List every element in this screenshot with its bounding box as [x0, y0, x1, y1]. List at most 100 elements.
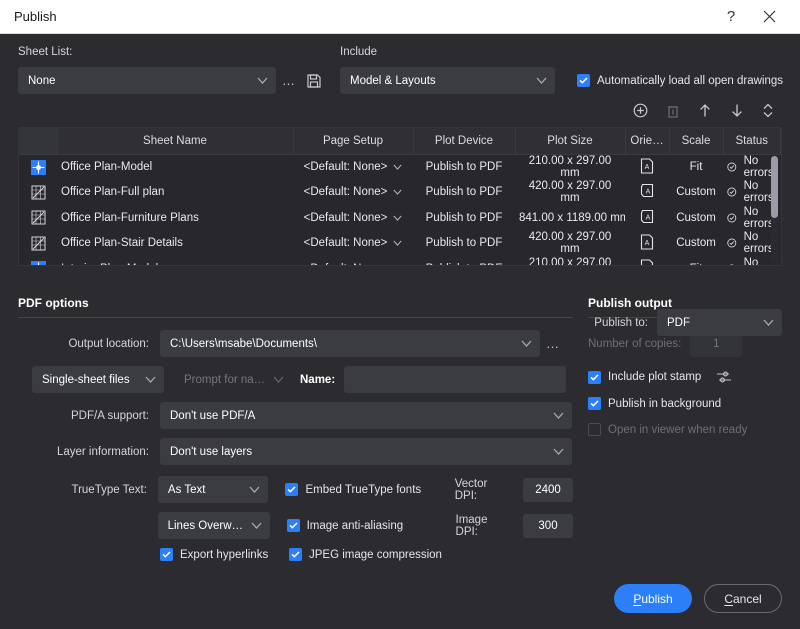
chevron-up-down-icon[interactable] — [762, 103, 774, 118]
sheet-list-label: Sheet List: — [18, 46, 73, 58]
lower-section: PDF options Output location: C:\Users\ms… — [18, 296, 782, 570]
layer-information-label: Layer information: — [56, 445, 149, 458]
scale: Fit — [689, 161, 703, 173]
chevron-down-icon — [553, 412, 564, 419]
table-row[interactable]: Interior Plan-Model <Default: None> Publ… — [19, 256, 781, 265]
chevron-down-icon — [273, 376, 284, 383]
help-icon[interactable]: ? — [712, 0, 750, 34]
file-naming-row: Single-sheet files Prompt for name Name: — [18, 366, 573, 393]
layer-information-value: Don't use layers — [170, 445, 253, 458]
orientation-cell: A — [625, 231, 669, 257]
checkbox-unchecked-icon — [588, 423, 601, 436]
layer-information-select[interactable]: Don't use layers — [160, 438, 572, 465]
embed-truetype-fonts-checkbox[interactable]: Embed TrueType fonts — [285, 483, 452, 496]
model-tab-icon — [30, 261, 46, 265]
column-header-page-setup[interactable]: Page Setup — [293, 128, 414, 155]
publish-button[interactable]: Publish — [614, 584, 692, 613]
chevron-down-icon — [536, 77, 547, 84]
page-setup-cell[interactable]: <Default: None> — [293, 154, 413, 180]
sheet-list-select[interactable]: None — [18, 67, 276, 94]
checkbox-checked-icon — [285, 483, 299, 496]
image-dpi-label: Image DPI: — [455, 513, 488, 538]
list-toolbar — [18, 103, 782, 118]
page-setup-cell[interactable]: <Default: None> — [293, 180, 413, 206]
copies-label: Number of copies: — [588, 337, 682, 350]
page-setup-cell[interactable]: <Default: None> — [293, 256, 413, 265]
page-landscape-icon: A — [640, 209, 653, 223]
image-anti-aliasing-label: Image anti-aliasing — [306, 519, 404, 532]
sheet-list-more-button[interactable]: … — [276, 67, 302, 94]
file-mode-select[interactable]: Single-sheet files — [32, 366, 164, 393]
image-dpi-input[interactable] — [523, 513, 573, 538]
include-plot-stamp-label: Include plot stamp — [608, 371, 702, 383]
plot-device: Publish to PDF — [413, 256, 515, 265]
vector-dpi-label: Vector DPI: — [454, 477, 488, 502]
page-setup-cell[interactable]: <Default: None> — [293, 205, 413, 231]
publish-to-select[interactable]: PDF — [657, 309, 782, 336]
layout-tab-icon — [31, 210, 45, 225]
sheet-name: Interior Plan-Model — [57, 256, 293, 265]
publish-dialog: Sheet List: None … Include Model & Layou… — [0, 34, 800, 629]
sheet-name: Office Plan-Furniture Plans — [61, 211, 199, 224]
page-setup-value: <Default: None> — [304, 263, 388, 265]
lines-merge-select[interactable]: Lines Overwrite — [157, 512, 270, 539]
plot-size: 420.00 x 297.00 mm — [528, 180, 612, 205]
image-anti-aliasing-checkbox[interactable]: Image anti-aliasing — [286, 519, 454, 532]
orientation-cell: A — [625, 256, 669, 265]
check-circle-icon — [729, 264, 735, 265]
column-header-icon[interactable] — [19, 128, 58, 155]
cancel-button-label: ancel — [732, 591, 762, 606]
plot-device: Publish to PDF — [425, 211, 503, 224]
layer-information-row: Layer information: Don't use layers — [18, 438, 573, 465]
name-input[interactable] — [344, 366, 567, 393]
output-location-browse-button[interactable]: … — [540, 330, 566, 357]
page-setup-cell[interactable]: <Default: None> — [293, 231, 413, 257]
include-select[interactable]: Model & Layouts — [340, 67, 555, 94]
close-icon[interactable] — [750, 0, 788, 34]
divider — [18, 317, 573, 318]
truetype-value: As Text — [167, 483, 206, 496]
column-header-plot-size[interactable]: Plot Size — [515, 128, 626, 155]
column-header-plot-device[interactable]: Plot Device — [413, 128, 516, 155]
add-circle-icon[interactable] — [633, 103, 648, 118]
publish-in-background-checkbox[interactable]: Publish in background — [588, 397, 778, 410]
top-controls: Sheet List: None … Include Model & Layou… — [18, 46, 783, 94]
table-row[interactable]: Office Plan-Full plan <Default: None> Pu… — [19, 180, 781, 206]
table-row[interactable]: Office Plan-Model <Default: None> Publis… — [19, 154, 781, 180]
sliders-icon[interactable] — [716, 370, 732, 384]
cancel-button[interactable]: Cancel — [704, 584, 782, 613]
arrow-up-icon[interactable] — [698, 103, 712, 118]
title-bar: Publish ? — [0, 0, 800, 34]
publish-to-value: PDF — [667, 316, 690, 329]
jpeg-compression-checkbox[interactable]: JPEG image compression — [289, 548, 442, 561]
table-row[interactable]: Office Plan-Furniture Plans <Default: No… — [19, 205, 781, 231]
publish-to-label: Publish to: — [594, 316, 648, 329]
truetype-select[interactable]: As Text — [157, 476, 269, 503]
sheet-list-table[interactable]: Sheet Name Page Setup Plot Device Plot S… — [18, 127, 782, 266]
include-plot-stamp-checkbox[interactable]: Include plot stamp — [588, 370, 778, 384]
export-hyperlinks-checkbox[interactable]: Export hyperlinks — [160, 548, 289, 561]
output-location-select[interactable]: C:\Users\msabe\Documents\ — [160, 330, 540, 357]
column-header-sheet-name[interactable]: Sheet Name — [57, 128, 294, 155]
lines-overwrite-row: Lines Overwrite Image anti-aliasing Imag… — [18, 512, 573, 539]
chevron-down-icon — [393, 215, 402, 221]
column-header-scale[interactable]: Scale — [669, 128, 724, 155]
sheet-name: Office Plan-Model — [61, 161, 153, 173]
publish-output-title: Publish output — [588, 296, 672, 310]
arrow-down-icon[interactable] — [730, 103, 744, 118]
pdfa-select[interactable]: Don't use PDF/A — [160, 402, 572, 429]
check-circle-icon — [727, 213, 737, 223]
column-header-orientation[interactable]: Orie… — [625, 128, 670, 155]
name-label: Name: — [300, 373, 336, 386]
column-header-status[interactable]: Status — [723, 128, 781, 155]
table-scrollbar[interactable] — [771, 156, 778, 262]
save-floppy-icon[interactable] — [302, 67, 326, 94]
layout-tab-icon — [31, 185, 45, 200]
scrollbar-thumb[interactable] — [771, 156, 778, 218]
vector-dpi-input[interactable] — [523, 477, 573, 502]
svg-text:A: A — [645, 189, 650, 196]
orientation-cell: A — [625, 205, 669, 231]
auto-load-drawings-checkbox[interactable]: Automatically load all open drawings — [577, 74, 783, 87]
table-row[interactable]: Office Plan-Stair Details <Default: None… — [19, 231, 781, 257]
check-circle-icon — [727, 238, 737, 248]
